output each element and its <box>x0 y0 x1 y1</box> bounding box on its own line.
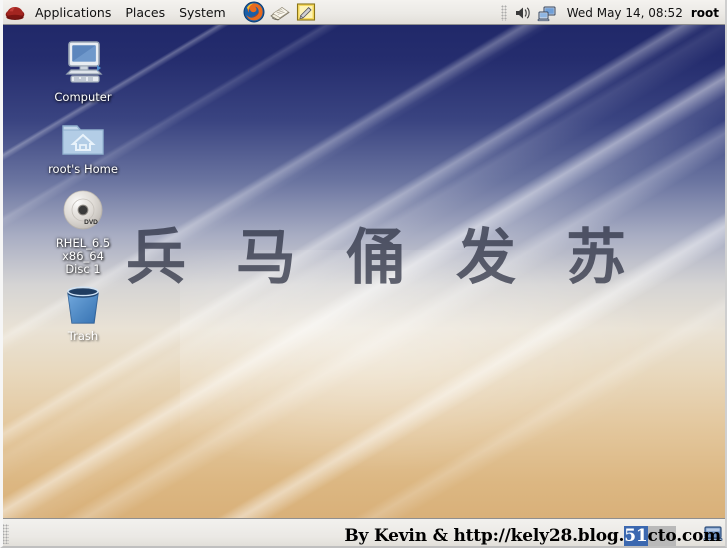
panel-clock[interactable]: Wed May 14, 08:52 <box>559 6 691 20</box>
desktop-icon-trash[interactable]: Trash <box>35 275 131 343</box>
redhat-shadowman-icon[interactable] <box>4 2 26 22</box>
dvd-disc-icon: DVD <box>35 182 131 234</box>
menu-system[interactable]: System <box>172 2 233 23</box>
top-panel: Applications Places System Wed May 14, 0… <box>0 0 727 25</box>
desktop-icon-dvd[interactable]: DVD RHEL_6.5 x86_64 Disc 1 <box>35 182 131 277</box>
desktop-icon-computer[interactable]: Computer <box>35 36 131 104</box>
watermark-credit: By Kevin & http://kely28.blog.51cto.com <box>344 526 721 546</box>
trash-icon <box>35 275 131 327</box>
computer-icon <box>35 36 131 88</box>
watermark-highlight-2: cto <box>647 526 677 546</box>
menu-places[interactable]: Places <box>118 2 172 23</box>
watermark-prefix: By Kevin & http://kely28.blog. <box>344 526 625 546</box>
panel-tray: Wed May 14, 08:52 root <box>500 0 727 25</box>
tray-drag-handle[interactable] <box>500 4 507 21</box>
panel-launchers <box>243 1 317 23</box>
desktop-icon-label: Trash <box>67 329 99 343</box>
firefox-icon[interactable] <box>243 1 265 23</box>
text-editor-icon[interactable] <box>295 1 317 23</box>
mail-icon[interactable] <box>269 1 291 23</box>
desktop-icon-label: Computer <box>54 90 112 104</box>
desktop-icon-label: RHEL_6.5 x86_64 Disc 1 <box>55 236 111 277</box>
home-folder-icon <box>35 108 131 160</box>
desktop-icon-home[interactable]: root's Home <box>35 108 131 176</box>
desktop-icon-label: root's Home <box>48 162 118 176</box>
network-icon[interactable] <box>537 3 557 23</box>
bottom-panel-drag-handle[interactable] <box>2 523 9 544</box>
watermark-suffix: .com <box>676 526 721 546</box>
menu-applications[interactable]: Applications <box>28 2 118 23</box>
watermark-highlight: 51 <box>624 526 648 546</box>
wallpaper-glow <box>180 250 700 490</box>
desktop-screen: 兵 马 俑 发 苏 Applications Places System Wed… <box>0 0 727 548</box>
panel-username[interactable]: root <box>691 6 727 20</box>
svg-text:DVD: DVD <box>84 219 98 226</box>
volume-icon[interactable] <box>513 3 533 23</box>
